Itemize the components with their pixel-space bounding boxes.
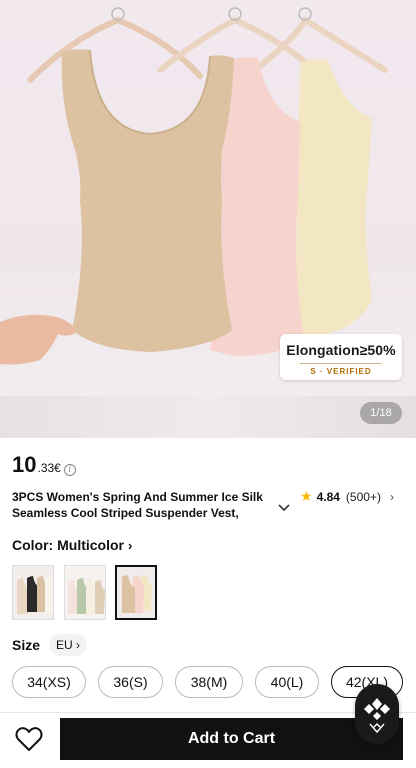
size-option-40l[interactable]: 40(L) [255,666,319,698]
chevron-right-icon: › [128,538,133,553]
badge-sub-text: S · VERIFIED [310,367,372,376]
color-swatch-3[interactable] [115,565,157,620]
rating[interactable]: ★ 4.84 (500+) › [300,488,394,505]
image-footer-band [0,396,416,438]
chevron-right-icon: › [76,638,81,652]
swatch-image [65,566,105,619]
heart-icon[interactable] [14,724,44,754]
color-label[interactable]: Color: Multicolor › [12,537,132,553]
image-counter: 1/18 [360,402,402,424]
color-label-text: Color: Multicolor [12,537,124,553]
elongation-badge: Elongation≥50% S · VERIFIED [280,334,402,380]
price-integer: 10 [12,452,37,477]
diamond-logo-icon [364,698,390,734]
color-swatch-1[interactable] [12,565,54,620]
badge-main-text: Elongation≥50% [286,342,396,358]
swatch-image [13,566,53,619]
size-option-38m[interactable]: 38(M) [175,666,243,698]
color-swatch-2[interactable] [64,565,106,620]
chevron-right-icon: › [389,489,394,504]
price: 10 .33€ i [12,452,76,478]
price-decimal: .33€ [37,461,61,475]
info-icon[interactable]: i [63,464,76,476]
star-icon: ★ [300,488,313,504]
rating-count: (500+) [345,489,381,504]
badge-divider [300,363,382,364]
size-unit-selector[interactable]: EU › [49,634,88,656]
size-label: Size [12,637,41,653]
swatch-image [117,567,155,618]
size-unit-text: EU [56,638,73,652]
chevron-down-icon[interactable] [278,503,290,515]
size-option-34xs[interactable]: 34(XS) [12,666,86,698]
product-title: 3PCS Women's Spring And Summer Ice Silk … [12,490,263,520]
size-option-36s[interactable]: 36(S) [98,666,163,698]
bottom-divider [0,712,416,713]
product-page: Elongation≥50% S · VERIFIED 1/18 10 .33€… [0,0,416,768]
add-to-cart-button[interactable]: Add to Cart [60,718,403,760]
product-image[interactable]: Elongation≥50% S · VERIFIED 1/18 [0,0,416,438]
floating-assistant-button[interactable] [355,684,399,744]
rating-score: 4.84 [316,489,340,504]
